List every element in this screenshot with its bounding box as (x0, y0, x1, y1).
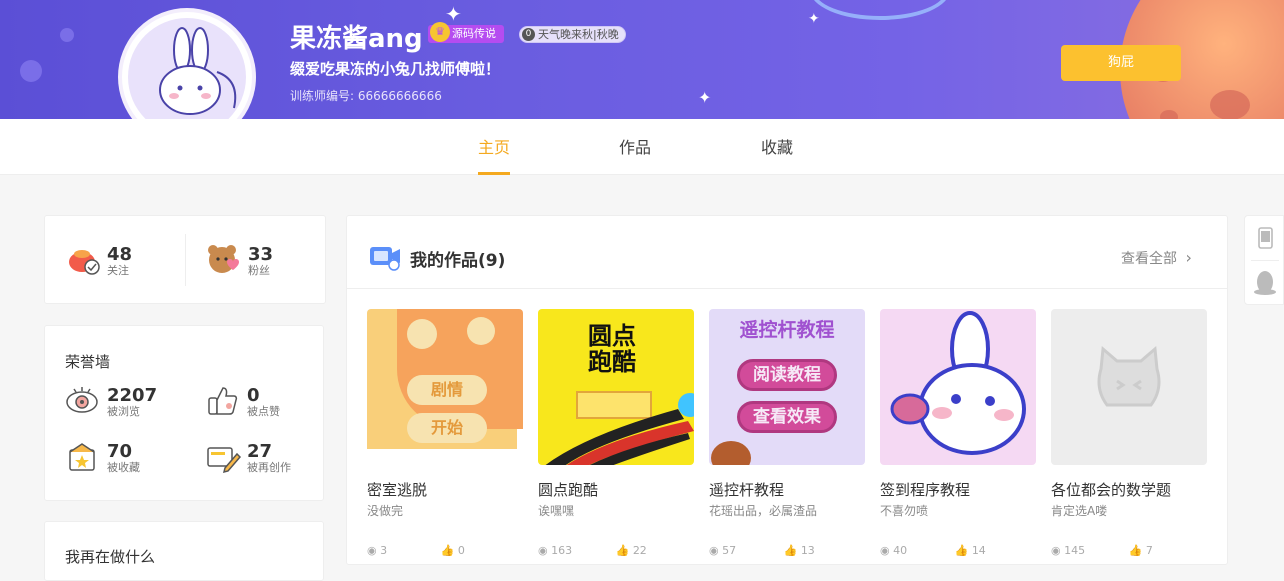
eye-icon: ◉ (538, 544, 548, 557)
work-desc: 肯定选A喽 (1051, 504, 1108, 518)
works-title: 我的作品(9) (410, 251, 506, 271)
following-count: 48 (107, 244, 133, 265)
work-thumbnail-math-question[interactable] (1051, 309, 1207, 465)
collections-count: 70 (107, 441, 133, 462)
sparkle-icon: ✦ (445, 2, 462, 26)
work-title[interactable]: 签到程序教程 (880, 479, 970, 500)
work-meta: ◉ 163 👍 22 (538, 544, 647, 557)
view-all-label: 查看全部 (1121, 251, 1177, 267)
flame-stripes-decoration (545, 409, 694, 465)
thumb-up-icon: 👍 (440, 544, 455, 557)
sparkle-icon: ✦ (698, 88, 712, 107)
work-meta: ◉ 3 👍 0 (367, 544, 465, 557)
view-count: 145 (1064, 544, 1086, 557)
tag-number: 0 (522, 28, 535, 41)
tag-text: 天气晚来秋|秋晚 (538, 28, 619, 41)
eye-icon: ◉ (709, 544, 719, 557)
planet-ring-decoration (810, 0, 950, 20)
crown-icon: ♛ (430, 22, 450, 42)
activity-card-title: 我再在做什么 (65, 548, 156, 566)
works-film-icon (370, 247, 400, 271)
thumb-text: 阅读教程 (737, 359, 837, 391)
remix-label: 被再创作 (247, 461, 291, 474)
tab-home[interactable]: 主页 (478, 119, 510, 175)
eye-icon: ◉ (367, 544, 377, 557)
thumb-title: 遥控杆教程 (739, 319, 835, 341)
like-count: 0 (457, 544, 465, 557)
fans-label: 粉丝 (248, 264, 270, 277)
profile-motto: 缀爱吃果冻的小兔几找师傅啦！ (290, 60, 501, 78)
thumb-up-icon: 👍 (954, 544, 969, 557)
work-meta: ◉ 57 👍 13 (709, 544, 815, 557)
work-desc: 不喜勿喷 (880, 504, 929, 518)
following-label: 关注 (107, 264, 129, 277)
work-title[interactable]: 各位都会的数学题 (1051, 479, 1171, 500)
profile-nav: 主页 作品 收藏 (0, 119, 1284, 175)
trainer-id: 训练师编号: 66666666666 (290, 89, 442, 103)
eye-icon: ◉ (880, 544, 890, 557)
fans-count: 33 (248, 244, 274, 265)
like-count: 14 (971, 544, 986, 557)
fans-icon (208, 245, 239, 273)
collection-box-icon (69, 443, 95, 471)
honor-wall-card: 荣誉墙 2207 被浏览 0 被点赞 70 被收藏 27 被再创作 (44, 325, 324, 501)
work-title[interactable]: 密室逃脱 (367, 479, 427, 500)
remix-pencil-icon (207, 447, 241, 474)
likes-label: 被点赞 (247, 405, 280, 418)
social-card: 48 关注 33 粉丝 (44, 215, 326, 304)
thumb-text: 开始 (407, 413, 487, 443)
collections-label: 被收藏 (107, 461, 140, 474)
views-count: 2207 (107, 385, 158, 406)
view-count: 57 (722, 544, 737, 557)
thumb-up-icon: 👍 (783, 544, 798, 557)
work-thumbnail-dot-parkour[interactable]: 圆点 跑酷 (538, 309, 694, 465)
chevron-right-icon: › (1185, 248, 1192, 267)
sparkle-icon: ✦ (808, 11, 820, 27)
like-count: 13 (800, 544, 815, 557)
following-icon (69, 250, 100, 275)
eye-icon: ◉ (1051, 544, 1061, 557)
work-meta: ◉ 40 👍 14 (880, 544, 986, 557)
mobile-icon[interactable] (1245, 216, 1284, 260)
view-count: 163 (551, 544, 573, 557)
likes-count: 0 (247, 385, 260, 406)
tab-works[interactable]: 作品 (619, 119, 651, 175)
bunny-thumb-icon (890, 311, 1026, 455)
work-desc: 没做完 (367, 504, 404, 518)
like-count: 7 (1145, 544, 1153, 557)
username: 果冻酱ang (290, 24, 423, 54)
view-all-link[interactable]: 查看全部 › (1121, 248, 1192, 268)
active-tab-indicator (478, 172, 510, 175)
work-desc: 花瑶出品，必属渣品 (709, 504, 818, 518)
signature-tag: 0 天气晚来秋|秋晚 (519, 26, 626, 43)
work-thumbnail-checkin-tutorial[interactable] (880, 309, 1036, 465)
work-title[interactable]: 圆点跑酷 (538, 479, 598, 500)
eye-icon (66, 387, 98, 413)
thumb-text: 剧情 (407, 375, 487, 405)
qq-penguin-icon[interactable] (1245, 262, 1284, 306)
thumb-text: 查看效果 (737, 401, 837, 433)
activity-card: 我再在做什么 (44, 521, 324, 581)
work-meta: ◉ 145 👍 7 (1051, 544, 1153, 557)
badge-label: 源码传说 (452, 27, 496, 40)
floating-toolbar (1244, 215, 1284, 305)
like-count: 22 (632, 544, 647, 557)
thumb-up-icon: 👍 (1128, 544, 1143, 557)
thumb-up-icon: 👍 (615, 544, 630, 557)
thumb-title: 圆点 跑酷 (588, 322, 636, 376)
honor-wall-title: 荣誉墙 (65, 353, 111, 371)
remix-count: 27 (247, 441, 273, 462)
level-badge: ♛ 源码传说 (428, 22, 504, 43)
placeholder-cat-icon (1097, 345, 1161, 407)
work-thumbnail-escape-room[interactable]: 剧情 开始 (367, 309, 523, 465)
views-label: 被浏览 (107, 405, 140, 418)
tab-favorites[interactable]: 收藏 (761, 119, 793, 175)
view-count: 40 (893, 544, 908, 557)
view-count: 3 (380, 544, 388, 557)
work-desc: 诶嘿嘿 (538, 504, 575, 518)
work-thumbnail-joystick-tutorial[interactable]: 遥控杆教程 阅读教程 查看效果 (709, 309, 865, 465)
thumb-up-icon (208, 387, 238, 415)
follow-button[interactable]: 狗屁 (1061, 45, 1181, 81)
work-title[interactable]: 遥控杆教程 (709, 479, 784, 500)
